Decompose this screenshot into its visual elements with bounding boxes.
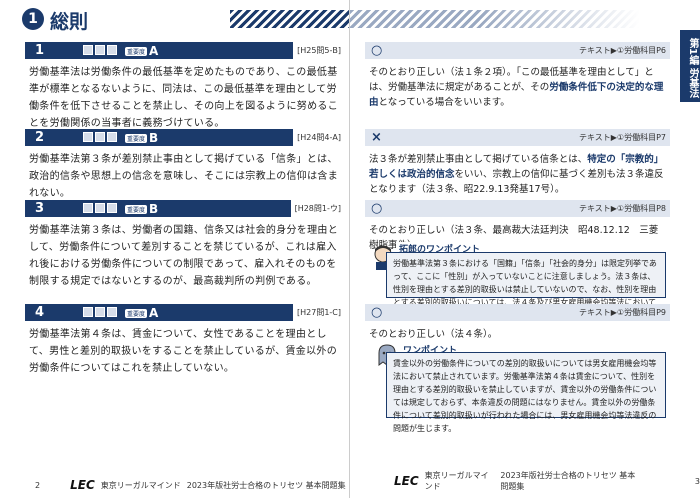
answer-2: × テキスト▶①労働科目P7 法３条が差別禁止事由として掲げている信条とは、特定… bbox=[365, 129, 670, 197]
exam-reference: [H24問4-A] bbox=[293, 129, 345, 146]
answer-1: ○ テキスト▶①労働科目P6 そのとおり正しい（法１条２項）。「この最低基準を理… bbox=[365, 42, 670, 110]
publisher: 東京リーガルマインド bbox=[100, 480, 181, 490]
check-box[interactable] bbox=[95, 132, 105, 142]
question-3: 3 重要度 B [H28問1-ウ] 労働基準法第３条は、労働者の国籍、信条又は社会… bbox=[25, 200, 345, 290]
question-text: 労働基準法第３条が差別禁止事由として掲げている「信条」とは、政治的信条や思想上の… bbox=[29, 154, 338, 199]
question-number: 3 bbox=[35, 201, 45, 216]
page-number: 2 bbox=[35, 480, 41, 490]
answer-mark: × bbox=[371, 130, 382, 145]
lec-logo: LEC bbox=[70, 478, 95, 492]
check-box[interactable] bbox=[83, 307, 93, 317]
answer-text: そのとおり正しい（法４条）。 bbox=[369, 329, 498, 340]
text-reference: テキスト▶①労働科目P6 bbox=[579, 46, 666, 55]
answer-mark: ○ bbox=[371, 201, 383, 216]
question-number: 4 bbox=[35, 305, 45, 320]
question-text: 労働基準法第４条は、賃金について、女性であることを理由として、男性と差別的取扱い… bbox=[29, 329, 337, 374]
importance-badge: 重要度 B bbox=[125, 131, 159, 145]
answer-mark: ○ bbox=[371, 305, 383, 320]
importance-badge: 重要度 B bbox=[125, 202, 159, 216]
question-2: 2 重要度 B [H24問4-A] 労働基準法第３条が差別禁止事由として掲げている… bbox=[25, 129, 345, 202]
side-tab: 第1編 労基法 bbox=[680, 30, 700, 102]
question-text: 労働基準法は労働条件の最低基準を定めたものであり、この最低基準が標準となるないよ… bbox=[29, 67, 338, 129]
check-boxes bbox=[83, 307, 117, 317]
chapter-header: 1 総則 bbox=[20, 6, 370, 33]
exam-reference: [H27問1-C] bbox=[293, 304, 345, 321]
text-reference: テキスト▶①労働科目P7 bbox=[579, 133, 666, 142]
answer-4: ○ テキスト▶①労働科目P9 そのとおり正しい（法４条）。 bbox=[365, 304, 670, 342]
check-box[interactable] bbox=[107, 45, 117, 55]
answer-text: 法３条が差別禁止事由として掲げている信条とは、特定の「宗教的」若しくは政治的信念… bbox=[369, 154, 664, 195]
question-number: 2 bbox=[35, 130, 45, 145]
onepoint-text: 労働基準法第３条における「国籍」「信条」「社会的身分」は限定列挙であって、ここに… bbox=[386, 252, 666, 320]
question-number: 1 bbox=[35, 43, 45, 58]
left-page: 1 総則 1 重要度 A [H25問5-B] 労働基準法は労働条件の最低基準を定め… bbox=[0, 0, 370, 498]
check-boxes bbox=[83, 132, 117, 142]
check-box[interactable] bbox=[95, 203, 105, 213]
check-boxes bbox=[83, 45, 117, 55]
right-page: 第1編 労基法 ○ テキスト▶①労働科目P6 そのとおり正しい（法１条２項）。「… bbox=[350, 0, 700, 498]
onepoint-text: 賃金以外の労働条件についての差別的取扱いについては男女雇用機会均等法において禁止… bbox=[386, 352, 666, 433]
lec-logo: LEC bbox=[394, 474, 419, 488]
check-box[interactable] bbox=[107, 307, 117, 317]
text-reference: テキスト▶①労働科目P8 bbox=[579, 204, 666, 213]
check-box[interactable] bbox=[95, 307, 105, 317]
chapter-number: 1 bbox=[22, 8, 44, 30]
footer-left: 2 LEC 東京リーガルマインド 2023年版社労士合格のトリセツ 基本問題集 bbox=[35, 478, 346, 492]
answer-mark: ○ bbox=[371, 43, 383, 58]
question-4: 4 重要度 A [H27問1-C] 労働基準法第４条は、賃金について、女性であるこ… bbox=[25, 304, 345, 377]
book-title: 2023年版社労士合格のトリセツ 基本問題集 bbox=[186, 480, 346, 490]
page-number: 3 bbox=[694, 476, 700, 486]
check-box[interactable] bbox=[95, 45, 105, 55]
text-reference: テキスト▶①労働科目P9 bbox=[579, 308, 666, 317]
importance-badge: 重要度 A bbox=[125, 44, 159, 58]
footer-right: LEC 東京リーガルマインド 2023年版社労士合格のトリセツ 基本問題集 3 bbox=[394, 470, 700, 492]
exam-reference: [H28問1-ウ] bbox=[290, 200, 345, 217]
exam-reference: [H25問5-B] bbox=[293, 42, 345, 59]
check-box[interactable] bbox=[83, 45, 93, 55]
question-1: 1 重要度 A [H25問5-B] 労働基準法は労働条件の最低基準を定めたものであ… bbox=[25, 42, 345, 132]
question-text: 労働基準法第３条は、労働者の国籍、信条又は社会的身分を理由として、労働条件につい… bbox=[29, 225, 338, 287]
check-box[interactable] bbox=[107, 132, 117, 142]
check-boxes bbox=[83, 203, 117, 213]
check-box[interactable] bbox=[83, 203, 93, 213]
chapter-title: 総則 bbox=[50, 11, 89, 33]
check-box[interactable] bbox=[83, 132, 93, 142]
header-stripe bbox=[350, 10, 680, 28]
book-title: 2023年版社労士合格のトリセツ 基本問題集 bbox=[500, 471, 636, 491]
importance-badge: 重要度 A bbox=[125, 306, 159, 320]
publisher: 東京リーガルマインド bbox=[424, 471, 489, 491]
check-box[interactable] bbox=[107, 203, 117, 213]
answer-text: そのとおり正しい（法１条２項）。「この最低基準を理由として」とは、労働基準法に規… bbox=[369, 67, 664, 108]
